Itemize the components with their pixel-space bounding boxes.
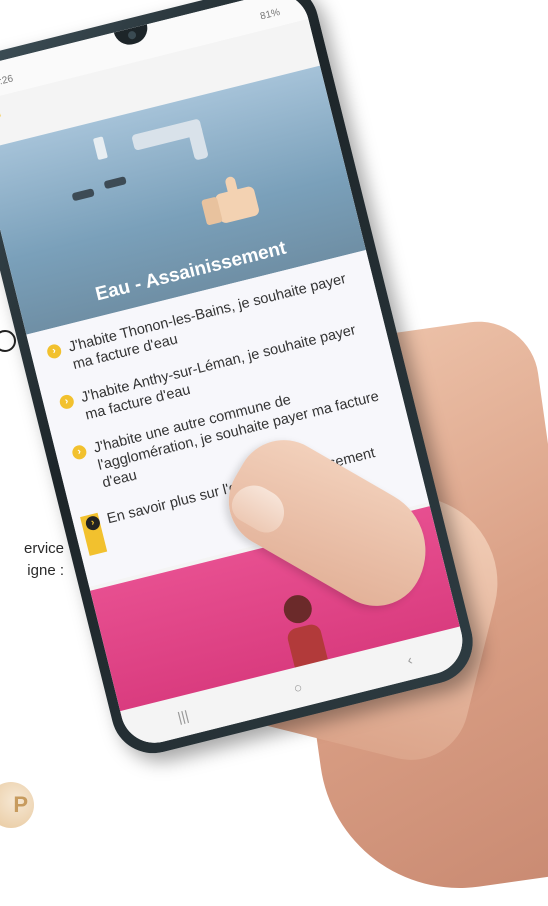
water-drop-icon: [71, 188, 95, 202]
faucet-handle-icon: [92, 136, 108, 161]
front-camera: [127, 30, 137, 41]
background-text-line: ervice: [23, 540, 64, 557]
arrow-right-icon: ›: [45, 342, 63, 360]
home-icon[interactable]: ○: [292, 679, 304, 697]
status-battery: 81%: [258, 6, 282, 22]
background-radio-circle: [0, 330, 16, 352]
status-time: 12:26: [0, 72, 15, 90]
arrow-right-icon: ›: [70, 443, 88, 461]
arrow-right-icon: ›: [58, 393, 76, 411]
recent-apps-icon[interactable]: |||: [176, 707, 190, 725]
faucet-icon: [131, 118, 204, 151]
hand-icon: [201, 176, 259, 225]
background-text: ervice igne :: [0, 538, 64, 582]
app-logo-mark: [0, 106, 1, 120]
water-drop-icon: [103, 176, 127, 190]
background-logo: P: [0, 782, 34, 828]
back-icon[interactable]: ‹: [405, 651, 413, 668]
background-text-line: igne :: [27, 562, 64, 579]
phone-screen: 12:26 81% Eau - Assainissement › J'habit…: [0, 0, 470, 750]
